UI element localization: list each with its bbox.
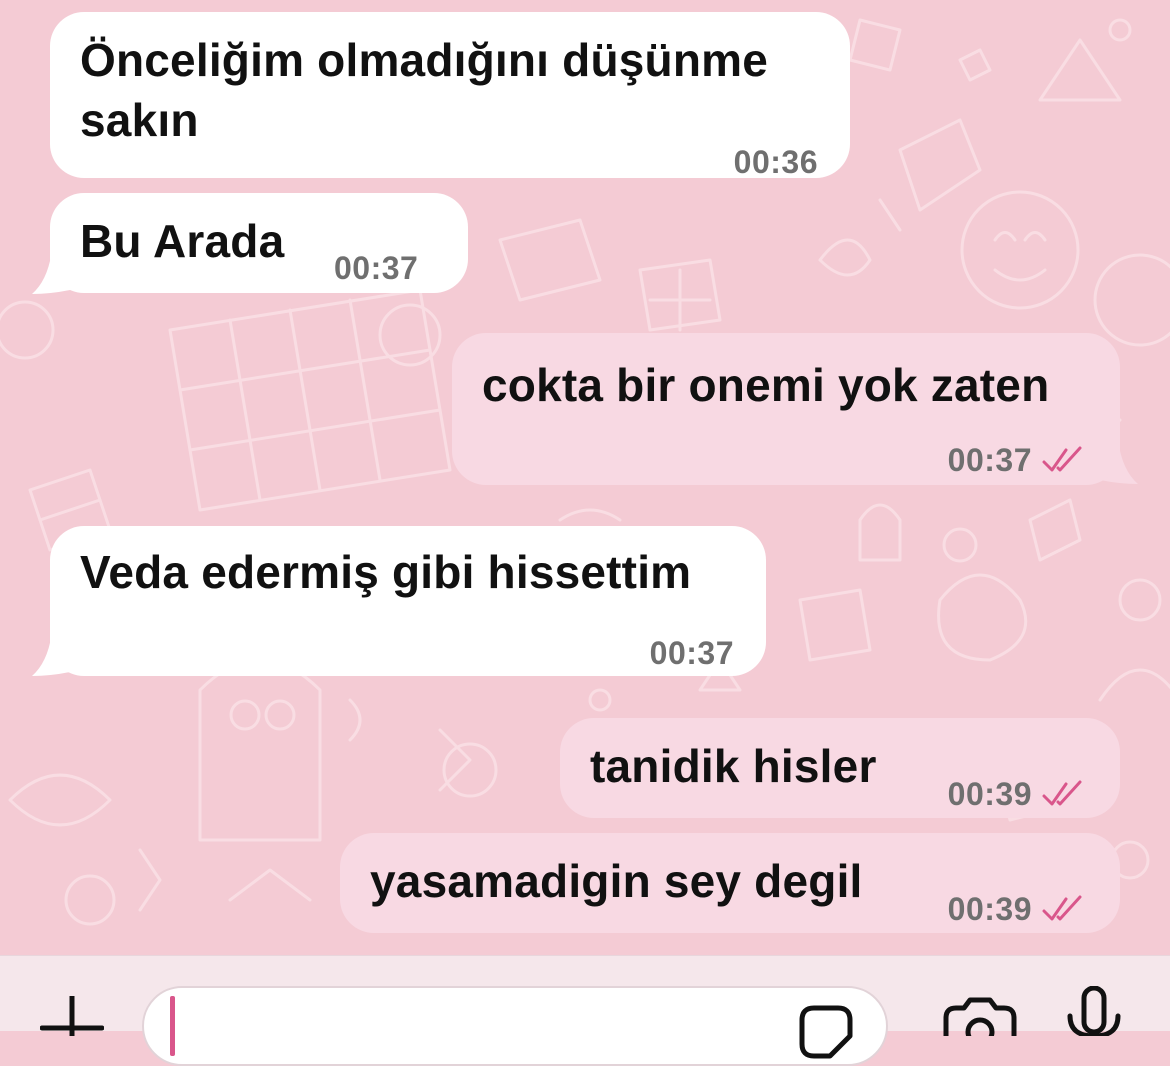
message-text: Önceliğim olmadığını düşünme sakın xyxy=(80,34,769,146)
microphone-icon[interactable] xyxy=(1064,986,1124,1036)
double-check-icon xyxy=(1042,446,1082,472)
message-meta: 00:39 xyxy=(948,764,1088,824)
double-check-icon xyxy=(1042,780,1082,806)
camera-icon[interactable] xyxy=(940,996,1020,1036)
chat-area[interactable]: Önceliğim olmadığını düşünme sakın 00:36… xyxy=(0,0,1170,955)
message-text: cokta bir onemi yok zaten xyxy=(482,359,1050,411)
message-composer xyxy=(0,955,1170,1066)
message-text: yasamadigin sey degil xyxy=(370,855,863,907)
message-time: 00:37 xyxy=(947,442,1032,478)
incoming-message[interactable]: Veda edermiş gibi hissettim 00:37 xyxy=(50,526,766,676)
message-meta: 00:37 xyxy=(948,430,1088,490)
message-text: tanidik hisler xyxy=(590,740,877,792)
message-meta: 00:37 xyxy=(334,238,418,298)
message-time: 00:37 xyxy=(649,635,734,671)
message-meta: 00:37 xyxy=(650,623,734,683)
incoming-message[interactable]: Bu Arada 00:37 xyxy=(50,193,468,293)
outgoing-message[interactable]: cokta bir onemi yok zaten 00:37 xyxy=(452,333,1120,485)
outgoing-message[interactable]: yasamadigin sey degil 00:39 xyxy=(340,833,1120,933)
message-time: 00:36 xyxy=(733,144,818,180)
text-cursor xyxy=(170,996,175,1056)
outgoing-message[interactable]: tanidik hisler 00:39 xyxy=(560,718,1120,818)
message-time: 00:39 xyxy=(947,776,1032,812)
message-time: 00:37 xyxy=(334,250,419,286)
double-check-icon xyxy=(1042,895,1082,921)
message-meta: 00:39 xyxy=(948,879,1088,939)
plus-icon[interactable] xyxy=(40,996,104,1036)
incoming-message[interactable]: Önceliğim olmadığını düşünme sakın 00:36 xyxy=(50,12,850,180)
message-meta: 00:36 xyxy=(734,132,818,192)
message-time: 00:39 xyxy=(947,891,1032,927)
message-text: Bu Arada xyxy=(80,215,285,267)
message-text: Veda edermiş gibi hissettim xyxy=(80,546,692,598)
sticker-icon[interactable] xyxy=(796,1002,856,1062)
message-input[interactable] xyxy=(142,986,888,1066)
